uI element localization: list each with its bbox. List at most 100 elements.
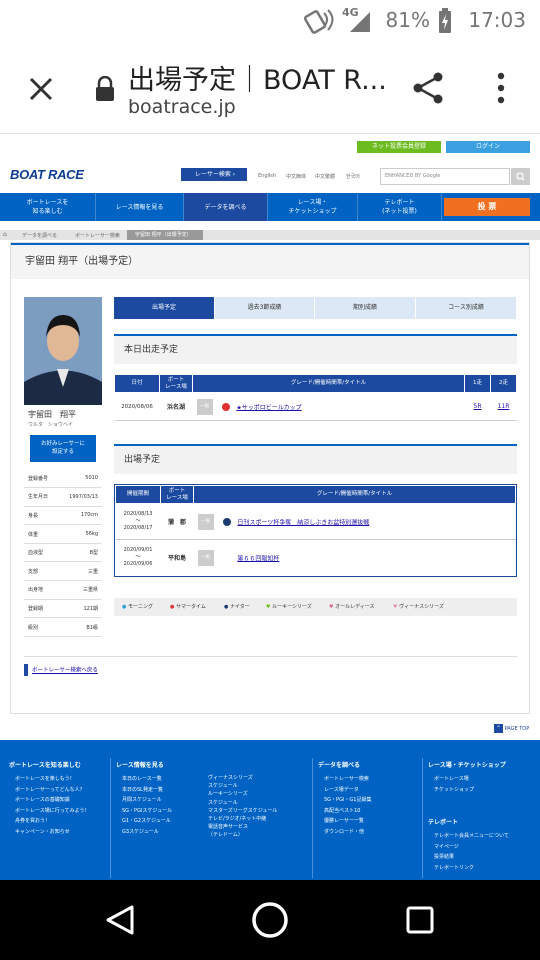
footer-link[interactable]: 本日のSL発走一覧 [122, 785, 172, 796]
footer-link[interactable]: テレボート会員メニューについて [434, 831, 509, 842]
footer-link[interactable]: 高配当ベスト10 [324, 806, 371, 817]
nav-enjoy[interactable]: ボートレースを 知る楽しむ [0, 193, 96, 221]
grade-badge: 一般 [196, 398, 213, 415]
racer-search-button[interactable]: レーサー検索 › [181, 168, 247, 181]
footer-link[interactable]: ボートレースを楽しもう！ [15, 774, 90, 785]
summertime-icon [222, 402, 231, 411]
page-top-link[interactable]: ⌃ PAGE TOP [494, 724, 529, 733]
footer-link[interactable]: ボートレースの基礎知識 [15, 795, 90, 806]
favorite-racer-button[interactable]: お好みレーサーに 設定する [30, 435, 96, 462]
profile-value: B型 [57, 543, 102, 563]
nav-stadium[interactable]: レース場・ チケットショップ [268, 193, 358, 221]
footer-link[interactable]: 舟券を買おう！ [15, 816, 90, 827]
nav-data[interactable]: データを調べる [184, 193, 268, 221]
tab-schedule[interactable]: 出場予定 [114, 297, 215, 319]
race1-link[interactable]: 5R [464, 392, 491, 421]
footer-link[interactable]: ボートレーサー検索 [324, 774, 371, 785]
lang-english[interactable]: English [258, 173, 276, 179]
footer-link[interactable]: G1・G2スケジュール [122, 816, 172, 827]
profile-label: 支部 [24, 561, 58, 582]
footer-link[interactable]: SG・PGI・G1記録集 [324, 795, 371, 806]
more-menu-icon[interactable] [496, 72, 506, 104]
share-icon[interactable] [412, 71, 446, 105]
home-icon[interactable] [251, 901, 289, 939]
back-marker [24, 664, 28, 676]
footer-link[interactable]: SG・PGIスケジュール [122, 806, 172, 817]
racer-photo [24, 297, 102, 405]
footer-link[interactable]: ボートレーサーってどんな人？ [15, 785, 90, 796]
legend-rookie: ♥ ルーキーシリーズ [266, 598, 312, 616]
tab-course-results[interactable]: コース別成績 [416, 297, 517, 319]
footer-col3-title: データを調べる [318, 762, 361, 769]
profile-row: 生年月日 1997/03/13 [24, 487, 102, 507]
schedule-title-link[interactable]: 日刊スポーツ杯争奪 納涼しぶきお盆特別選抜戦 [237, 519, 369, 526]
lang-ko[interactable]: 한국어 [346, 173, 360, 180]
signal-icon [350, 12, 370, 32]
footer-link[interactable]: 電話音声サービス （テレドーム） [208, 823, 277, 839]
race2-link[interactable]: 11R [490, 392, 517, 421]
vote-button[interactable]: 投 票 [444, 198, 530, 216]
site-search-input[interactable]: ENHANCED BY Google [380, 168, 510, 185]
recents-icon[interactable] [405, 905, 435, 935]
breadcrumb-data[interactable]: データを調べる [22, 232, 57, 239]
breadcrumb-racer-search[interactable]: ボートレーサー検索 [75, 232, 120, 239]
footer-link[interactable]: G3スケジュール [122, 827, 172, 838]
nav-teleboat[interactable]: テレボート (ネット投票) [358, 193, 442, 221]
footer-link[interactable]: テレボートリンク [434, 863, 509, 874]
footer-link[interactable]: 投票結果 [434, 852, 509, 863]
search-button[interactable] [511, 168, 530, 185]
web-page: ネット投票会員登録 ログイン BOAT RACE レーサー検索 › Englis… [0, 135, 540, 880]
schedule-venue: 平和島 [167, 555, 186, 563]
profile-value: 170cm [57, 506, 102, 526]
close-icon[interactable] [28, 76, 54, 102]
footer-divider [312, 758, 313, 878]
back-to-search-link[interactable]: ボートレーサー検索へ戻る [24, 664, 98, 676]
race-title-link[interactable]: ★サッポロビールカップ [236, 404, 301, 411]
home-icon[interactable]: ⌂ [3, 231, 7, 238]
footer-col1-list: ボートレースを楽しもう！ ボートレーサーってどんな人？ ボートレースの基礎知識 ボート… [15, 774, 90, 838]
site-logo[interactable]: BOAT RACE [10, 167, 84, 182]
footer-link[interactable]: チケットショップ [434, 785, 474, 796]
schedule-title-link[interactable]: 第６６回報知杯 [237, 555, 279, 562]
footer-link[interactable]: マイページ [434, 842, 509, 853]
nav-race-info[interactable]: レース情報を見る [96, 193, 184, 221]
today-table: 日付 ボート レース場 グレード/開催時間帯/タイトル 1走 2走 2020/0… [114, 374, 517, 421]
tab-period-results[interactable]: 期別成績 [315, 297, 416, 319]
lang-zh-tw[interactable]: 中文繁體 [315, 173, 335, 180]
race-date: 2020/08/06 [114, 392, 160, 421]
footer-link[interactable]: 月間スケジュール [122, 795, 172, 806]
col-race2: 2走 [490, 374, 517, 393]
tab-past-results[interactable]: 過去3節成績 [215, 297, 315, 319]
footer-link[interactable]: ルーキーシリーズ スケジュール [208, 790, 277, 806]
member-register-button[interactable]: ネット投票会員登録 [357, 141, 441, 153]
footer-link[interactable]: ボートレース場に行ってみよう！ [15, 806, 90, 817]
footer-col2b-list: ヴィーナスシリーズ スケジュール ルーキーシリーズ スケジュール マスターズリーグス… [208, 774, 277, 840]
footer-col4-list: ボートレース場 チケットショップ [434, 774, 474, 795]
profile-label: 血液型 [24, 543, 58, 563]
footer-link[interactable]: テレビ/ラジオ/ネット中継 [208, 815, 277, 823]
footer-link[interactable]: ボートレース場 [434, 774, 474, 785]
url-text[interactable]: boatrace.jp [128, 96, 236, 118]
legend-venus-label: ヴィーナスシリーズ [399, 604, 444, 610]
footer-link[interactable]: ヴィーナスシリーズ スケジュール [208, 774, 277, 790]
racer-name: 宇留田 翔平 [28, 410, 76, 419]
col-race1: 1走 [464, 374, 491, 393]
footer-link[interactable]: キャンペーン・お知らせ [15, 827, 90, 838]
lang-zh-cn[interactable]: 中文簡体 [286, 173, 306, 180]
grade-badge: 一般 [197, 513, 214, 530]
footer-link[interactable]: マスターズリーグスケジュール [208, 807, 277, 815]
footer-link[interactable]: 優勝レーサー一覧 [324, 816, 371, 827]
divider [24, 656, 517, 657]
profile-row: 血液型 B型 [24, 543, 102, 563]
profile-label: 体重 [24, 524, 58, 544]
back-icon[interactable] [104, 904, 136, 936]
profile-row: 登録番号 5010 [24, 469, 102, 489]
profile-label: 登録番号 [24, 469, 58, 489]
browser-toolbar: 出場予定｜BOAT R... boatrace.jp [0, 42, 540, 134]
profile-label: 身長 [24, 506, 58, 526]
login-button[interactable]: ログイン [446, 141, 530, 153]
footer-link[interactable]: レース場データ [324, 785, 371, 796]
footer-link[interactable]: 本日のレース一覧 [122, 774, 172, 785]
footer-link[interactable]: ダウンロード・他 [324, 827, 371, 838]
page-tab-title: 出場予定｜BOAT R... [128, 65, 387, 96]
